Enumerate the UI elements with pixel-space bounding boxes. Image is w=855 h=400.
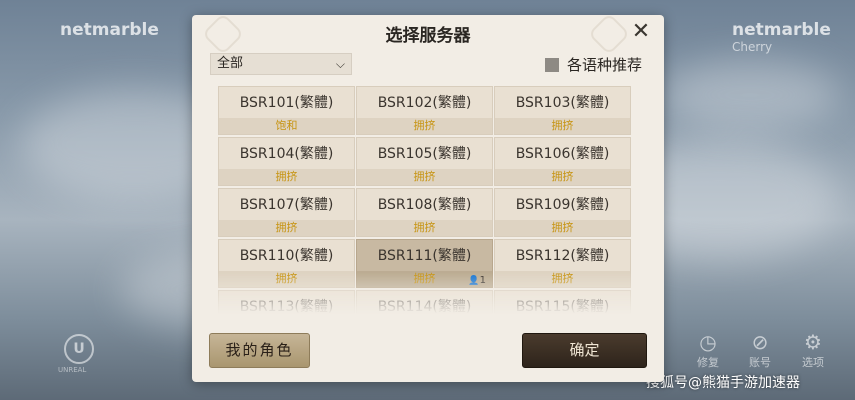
server-list[interactable]: BSR101(繁體) 饱和 BSR102(繁體) 拥挤 BSR103(繁體) 拥挤 BSR1… — [218, 86, 632, 314]
close-icon: ✕ — [631, 19, 651, 44]
server-tile[interactable]: BSR114(繁體) — [356, 290, 493, 314]
server-name: BSR114(繁體) — [377, 299, 472, 314]
server-name: BSR112(繁體) — [515, 248, 610, 264]
server-tile[interactable]: BSR104(繁體) 拥挤 — [218, 137, 355, 186]
server-name: BSR106(繁體) — [515, 146, 610, 162]
repair-button[interactable]: ◷ 修复 — [688, 330, 728, 370]
server-name: BSR103(繁體) — [515, 95, 610, 111]
server-name: BSR110(繁體) — [239, 248, 334, 264]
unreal-label: UNREAL — [58, 366, 87, 374]
server-tile[interactable]: BSR113(繁體) — [218, 290, 355, 314]
server-status: 拥挤 — [495, 271, 630, 287]
confirm-button[interactable]: 确定 — [522, 333, 647, 368]
account-label: 账号 — [749, 356, 771, 369]
server-name: BSR113(繁體) — [239, 299, 334, 314]
server-select-dialog: 选择服务器 ✕ 全部 ⌵ 各语种推荐 BSR101(繁體) 饱和 BSR102(繁體… — [192, 12, 664, 382]
chevron-down-icon: ⌵ — [335, 57, 345, 71]
region-dropdown-value: 全部 — [217, 56, 244, 71]
server-tile[interactable]: BSR103(繁體) 拥挤 — [494, 86, 631, 135]
account-button[interactable]: ⊘ 账号 — [740, 330, 780, 370]
my-characters-button[interactable]: 我的角色 — [209, 333, 310, 368]
server-tile[interactable]: BSR115(繁體) — [494, 290, 631, 314]
server-name: BSR104(繁體) — [239, 146, 334, 162]
language-recommend-label: 各语种推荐 — [566, 56, 642, 74]
server-name: BSR109(繁體) — [515, 197, 610, 213]
character-count-value: 1 — [479, 275, 486, 286]
server-tile[interactable]: BSR109(繁體) 拥挤 — [494, 188, 631, 237]
server-name: BSR102(繁體) — [377, 95, 472, 111]
server-status: 拥挤 — [357, 169, 492, 185]
dialog-title: 选择服务器 — [385, 26, 471, 46]
server-status: 拥挤 — [495, 118, 630, 134]
netmarble-logo-right: netmarble — [732, 20, 831, 40]
server-status: 拥挤 — [219, 271, 354, 287]
server-status: 拥挤 — [357, 220, 492, 236]
server-status: 拥挤 — [357, 118, 492, 134]
unreal-logo-icon: U — [64, 334, 94, 364]
server-name: BSR107(繁體) — [239, 197, 334, 213]
server-name: BSR101(繁體) — [239, 95, 334, 111]
server-status: 拥挤 — [495, 220, 630, 236]
watermark: 搜狐号@熊猫手游加速器 — [646, 375, 800, 391]
history-icon: ◷ — [699, 330, 717, 354]
server-tile[interactable]: BSR112(繁體) 拥挤 — [494, 239, 631, 288]
server-name: BSR108(繁體) — [377, 197, 472, 213]
server-tile[interactable]: BSR107(繁體) 拥挤 — [218, 188, 355, 237]
server-tile[interactable]: BSR102(繁體) 拥挤 — [356, 86, 493, 135]
server-name: BSR115(繁體) — [515, 299, 610, 314]
region-dropdown[interactable]: 全部 ⌵ — [210, 53, 352, 75]
options-label: 选项 — [802, 356, 824, 369]
server-name: BSR105(繁體) — [377, 146, 472, 162]
server-name: BSR111(繁體) — [377, 248, 472, 264]
server-tile[interactable]: BSR108(繁體) 拥挤 — [356, 188, 493, 237]
link-icon: ⊘ — [751, 330, 769, 354]
close-button[interactable]: ✕ — [628, 19, 654, 45]
server-tile[interactable]: BSR110(繁體) 拥挤 — [218, 239, 355, 288]
user-icon: 👤 — [468, 276, 480, 286]
server-status: 拥挤 — [219, 169, 354, 185]
server-tile[interactable]: BSR106(繁體) 拥挤 — [494, 137, 631, 186]
server-tile[interactable]: BSR105(繁體) 拥挤 — [356, 137, 493, 186]
language-recommend-toggle[interactable]: 各语种推荐 — [544, 54, 642, 75]
cherry-label: Cherry — [732, 40, 773, 54]
checkbox[interactable] — [544, 58, 559, 72]
server-status: 拥挤 — [219, 220, 354, 236]
character-count: 👤1 — [468, 275, 486, 286]
server-status: 拥挤 — [495, 169, 630, 185]
server-grid: BSR101(繁體) 饱和 BSR102(繁體) 拥挤 BSR103(繁體) 拥挤 BSR1… — [218, 86, 632, 314]
options-button[interactable]: ⚙ 选项 — [793, 330, 833, 370]
repair-label: 修复 — [697, 356, 719, 369]
netmarble-logo: netmarble — [60, 20, 159, 40]
server-tile[interactable]: BSR101(繁體) 饱和 — [218, 86, 355, 135]
server-status: 饱和 — [219, 118, 354, 134]
server-tile[interactable]: BSR111(繁體) 拥挤 👤1 — [356, 239, 493, 288]
gear-icon: ⚙ — [804, 330, 822, 354]
